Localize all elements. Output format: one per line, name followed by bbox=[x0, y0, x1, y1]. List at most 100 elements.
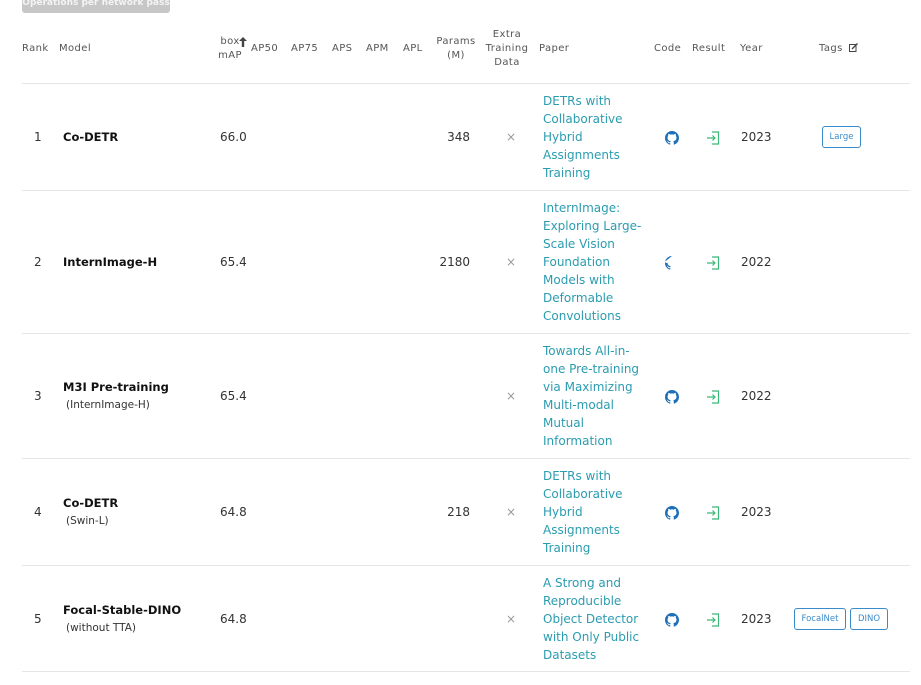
paper-line: via Maximizing bbox=[543, 380, 633, 394]
github-icon[interactable] bbox=[663, 256, 679, 270]
header-extra-training-data[interactable]: Extra Training Data bbox=[485, 28, 529, 70]
header-params-line2: (M) bbox=[447, 50, 465, 61]
year-value: 2022 bbox=[741, 389, 772, 403]
header-ap50[interactable]: AP50 bbox=[251, 42, 278, 56]
paper-link[interactable]: DETRs with Collaborative Hybrid Assignme… bbox=[543, 467, 643, 557]
header-year[interactable]: Year bbox=[740, 42, 763, 56]
header-tags-label: Tags bbox=[819, 43, 843, 54]
params-value: 348 bbox=[447, 130, 470, 144]
paper-link[interactable]: InternImage: Exploring Large- Scale Visi… bbox=[543, 199, 647, 325]
table-row: 4 Co-DETR (Swin-L) 64.8 218 × DETRs with… bbox=[22, 458, 910, 565]
model-variant-label: (Swin-L) bbox=[66, 515, 109, 527]
table-row: 5 Focal-Stable-DINO (without TTA) 64.8 ×… bbox=[22, 565, 910, 672]
header-apl[interactable]: APL bbox=[403, 42, 423, 56]
github-icon[interactable] bbox=[665, 390, 680, 404]
github-icon[interactable] bbox=[665, 506, 680, 520]
model-name-link[interactable]: InternImage-H bbox=[63, 255, 157, 269]
paper-line: Assignments bbox=[543, 523, 620, 537]
extra-data-cross: × bbox=[506, 255, 517, 269]
paper-line: Deformable bbox=[543, 291, 614, 305]
box-map-value: 65.4 bbox=[220, 255, 247, 269]
paper-line: Multi-modal bbox=[543, 398, 614, 412]
paper-line: Foundation bbox=[543, 255, 610, 269]
header-aps[interactable]: APS bbox=[332, 42, 352, 56]
rank-cell: 3 bbox=[34, 389, 42, 403]
header-box-map[interactable]: box mAP bbox=[217, 35, 247, 63]
paper-line: Datasets bbox=[543, 648, 597, 662]
table-row: 1 Co-DETR 66.0 348 × DETRs with Collabor… bbox=[22, 83, 910, 190]
paper-link[interactable]: DETRs with Collaborative Hybrid Assignme… bbox=[543, 92, 643, 182]
box-map-value: 64.8 bbox=[220, 505, 247, 519]
model-name-link[interactable]: Focal-Stable-DINO bbox=[63, 603, 181, 617]
header-params-line1: Params bbox=[436, 36, 476, 47]
header-extra-line3: Data bbox=[494, 57, 520, 68]
paper-line: Assignments bbox=[543, 148, 620, 162]
year-value: 2023 bbox=[741, 505, 772, 519]
header-rank[interactable]: Rank bbox=[22, 42, 49, 56]
paper-line: Convolutions bbox=[543, 309, 621, 323]
paper-line: Training bbox=[543, 541, 591, 555]
paper-line: Object Detector bbox=[543, 612, 639, 626]
header-extra-line1: Extra bbox=[492, 29, 522, 40]
header-apm[interactable]: APM bbox=[366, 42, 389, 56]
paper-link[interactable]: A Strong and Reproducible Object Detecto… bbox=[543, 574, 647, 664]
result-enter-icon[interactable] bbox=[706, 256, 720, 270]
paper-link[interactable]: Towards All-in- one Pre-training via Max… bbox=[543, 342, 647, 450]
result-enter-icon[interactable] bbox=[706, 390, 720, 404]
tag-badge[interactable]: Large bbox=[822, 126, 861, 148]
header-ap75[interactable]: AP75 bbox=[291, 42, 318, 56]
paper-line: A Strong and bbox=[543, 576, 621, 590]
extra-data-cross: × bbox=[506, 130, 517, 144]
model-variant-label: (InternImage-H) bbox=[66, 399, 150, 411]
paper-line: with Only Public bbox=[543, 630, 640, 644]
model-name-link[interactable]: Co-DETR bbox=[63, 496, 118, 510]
paper-line: Reproducible bbox=[543, 594, 622, 608]
year-value: 2022 bbox=[741, 255, 772, 269]
paper-line: Hybrid bbox=[543, 130, 583, 144]
model-name-link[interactable]: M3I Pre-training bbox=[63, 380, 169, 394]
paper-line: Collaborative bbox=[543, 112, 623, 126]
tag-badge[interactable]: FocalNet bbox=[794, 608, 846, 630]
paper-line: Scale Vision bbox=[543, 237, 615, 251]
paper-line: DETRs with bbox=[543, 469, 612, 483]
rank-cell: 4 bbox=[34, 505, 42, 519]
table-header: Rank Model box mAP AP50 AP75 APS APM APL… bbox=[0, 0, 921, 83]
paper-line: Collaborative bbox=[543, 487, 623, 501]
github-icon[interactable] bbox=[665, 613, 680, 627]
paper-line: Information bbox=[543, 434, 613, 448]
header-paper[interactable]: Paper bbox=[539, 42, 569, 56]
rank-cell: 1 bbox=[34, 130, 42, 144]
year-value: 2023 bbox=[741, 130, 772, 144]
table-row: 3 M3I Pre-training (InternImage-H) 65.4 … bbox=[22, 333, 910, 458]
edit-icon[interactable] bbox=[849, 43, 859, 52]
box-map-value: 66.0 bbox=[220, 130, 247, 144]
result-enter-icon[interactable] bbox=[706, 506, 720, 520]
result-enter-icon[interactable] bbox=[706, 131, 720, 145]
tag-badge[interactable]: DINO bbox=[850, 608, 888, 630]
header-box-map-line2: mAP bbox=[218, 50, 242, 61]
result-enter-icon[interactable] bbox=[706, 613, 720, 627]
paper-line: one Pre-training bbox=[543, 362, 640, 376]
header-result[interactable]: Result bbox=[692, 42, 725, 56]
extra-data-cross: × bbox=[506, 505, 517, 519]
header-params[interactable]: Params (M) bbox=[436, 35, 476, 63]
header-code[interactable]: Code bbox=[654, 42, 681, 56]
extra-data-cross: × bbox=[506, 389, 517, 403]
paper-line: Hybrid bbox=[543, 505, 583, 519]
extra-data-cross: × bbox=[506, 612, 517, 626]
model-name-link[interactable]: Co-DETR bbox=[63, 130, 118, 144]
arrow-up-icon bbox=[239, 37, 247, 47]
model-variant-label: (without TTA) bbox=[66, 622, 137, 634]
table-row: 2 InternImage-H 65.4 2180 × InternImage:… bbox=[22, 190, 910, 333]
github-icon[interactable] bbox=[665, 131, 680, 145]
paper-line: InternImage: bbox=[543, 201, 621, 215]
box-map-value: 64.8 bbox=[220, 612, 247, 626]
paper-line: Training bbox=[543, 166, 591, 180]
header-extra-line2: Training bbox=[485, 43, 529, 54]
paper-line: Models with bbox=[543, 273, 615, 287]
params-value: 218 bbox=[447, 505, 470, 519]
paper-line: DETRs with bbox=[543, 94, 612, 108]
paper-line: Towards All-in- bbox=[543, 344, 630, 358]
header-tags[interactable]: Tags bbox=[819, 42, 859, 56]
header-model[interactable]: Model bbox=[59, 42, 91, 56]
